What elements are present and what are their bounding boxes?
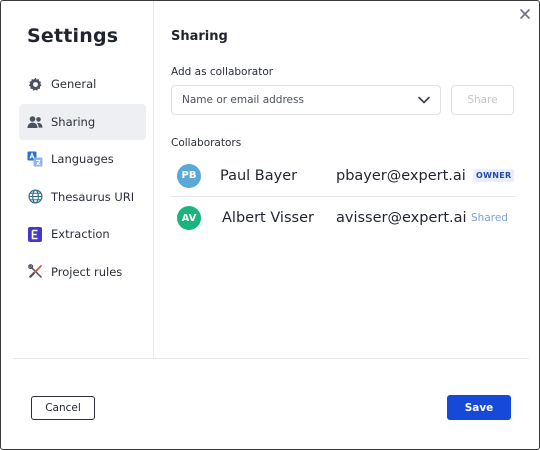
collaborator-row: AV Albert Visser avisser@expert.ai Share… — [171, 197, 516, 239]
owner-badge: OWNER — [473, 169, 515, 182]
sidebar-item-languages[interactable]: Languages — [19, 141, 146, 177]
sidebar-item-label: Sharing — [51, 114, 96, 129]
sidebar-item-label: Thesaurus URI — [51, 189, 135, 204]
collaborator-select[interactable]: Name or email address — [171, 85, 441, 115]
chevron-down-icon — [418, 96, 430, 104]
collaborators-label: Collaborators — [171, 137, 242, 149]
close-icon[interactable] — [518, 7, 532, 21]
add-collaborator-label: Add as collaborator — [171, 66, 274, 78]
sidebar-item-extraction[interactable]: Extraction — [19, 216, 146, 252]
settings-sidebar: Settings General Sharing Languages Thesa… — [1, 1, 154, 358]
sidebar-item-general[interactable]: General — [19, 66, 146, 102]
shared-status: Shared — [471, 212, 508, 224]
avatar: AV — [177, 206, 201, 230]
globe-icon — [27, 189, 43, 205]
users-icon — [27, 114, 43, 130]
share-button[interactable]: Share — [451, 85, 514, 115]
collaborator-name: Paul Bayer — [220, 167, 298, 184]
sidebar-item-thesaurus-uri[interactable]: Thesaurus URI — [19, 179, 146, 215]
avatar: PB — [177, 163, 201, 188]
collaborator-row: PB Paul Bayer pbayer@expert.ai OWNER — [171, 155, 516, 197]
collaborator-email: avisser@expert.ai — [336, 210, 467, 226]
sidebar-item-label: Languages — [51, 152, 114, 167]
sidebar-title: Settings — [27, 25, 119, 47]
settings-dialog: Settings General Sharing Languages Thesa… — [0, 0, 540, 450]
sidebar-item-sharing[interactable]: Sharing — [19, 103, 146, 140]
sidebar-nav: General Sharing Languages Thesaurus URI … — [19, 66, 146, 292]
section-title: Sharing — [171, 29, 228, 44]
translate-icon — [27, 151, 43, 167]
sidebar-item-project-rules[interactable]: Project rules — [19, 254, 146, 290]
extraction-icon — [27, 226, 43, 242]
cancel-button[interactable]: Cancel — [31, 396, 95, 420]
footer-divider — [13, 358, 529, 359]
sidebar-item-label: Extraction — [51, 227, 110, 242]
collaborator-select-placeholder: Name or email address — [182, 94, 304, 106]
sidebar-item-label: General — [51, 77, 97, 91]
collaborator-name: Albert Visser — [222, 210, 314, 226]
gear-icon — [27, 76, 43, 92]
save-button[interactable]: Save — [447, 395, 511, 420]
tools-icon — [27, 264, 43, 280]
sidebar-item-label: Project rules — [51, 264, 123, 279]
collaborator-email: pbayer@expert.ai — [336, 167, 466, 184]
